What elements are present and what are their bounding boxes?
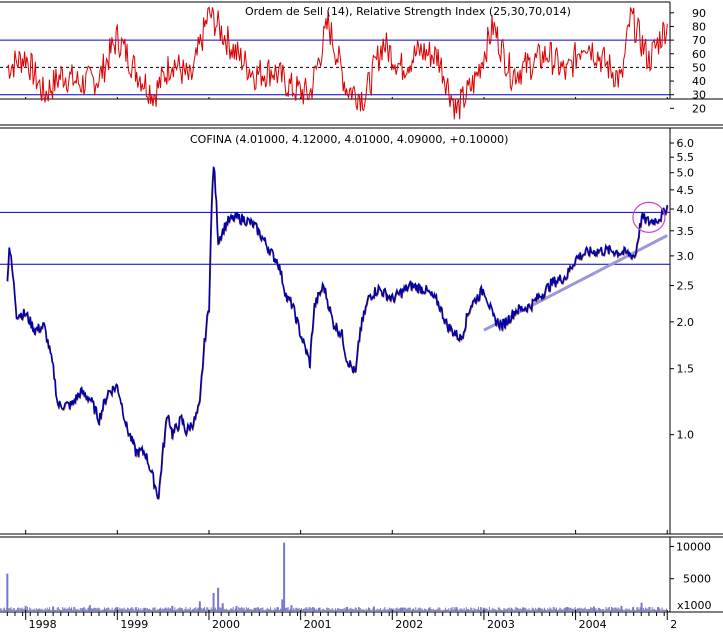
volume-tick-label: 5000: [683, 573, 711, 586]
volume-unit-label: x1000: [677, 599, 712, 612]
indicator-tick-label: 90: [692, 7, 706, 20]
x-tick-label: 2000: [212, 618, 240, 631]
x-tick-label: 2: [670, 618, 677, 631]
indicator-tick-label: 30: [692, 89, 706, 102]
price-tick-label: 6.0: [677, 137, 695, 150]
price-tick-label: 5.5: [677, 151, 695, 164]
stock-chart: 2030405060708090 Ordem de Sell (14), Rel…: [0, 0, 723, 632]
indicator-tick-label: 50: [692, 61, 706, 74]
price-tick-label: 1.5: [677, 363, 695, 376]
x-tick-label: 2004: [579, 618, 607, 631]
indicator-tick-label: 20: [692, 102, 706, 115]
price-tick-label: 3.5: [677, 225, 695, 238]
price-tick-label: 3.0: [677, 250, 695, 263]
x-tick-label: 1999: [120, 618, 148, 631]
price-tick-label: 4.5: [677, 184, 695, 197]
x-tick-label: 2002: [395, 618, 423, 631]
indicator-tick-label: 80: [692, 20, 706, 33]
price-tick-label: 2.5: [677, 280, 695, 293]
price-tick-label: 5.0: [677, 167, 695, 180]
price-title: COFINA (4.01000, 4.12000, 4.01000, 4.090…: [190, 133, 508, 146]
price-tick-label: 1.0: [677, 429, 695, 442]
indicator-title: Ordem de Sell (14), Relative Strength In…: [245, 5, 571, 18]
indicator-tick-label: 60: [692, 48, 706, 61]
volume-tick-label: 10000: [676, 540, 711, 553]
indicator-tick-label: 70: [692, 34, 706, 47]
indicator-tick-label: 40: [692, 75, 706, 88]
x-tick-label: 1998: [29, 618, 57, 631]
price-tick-label: 2.0: [677, 316, 695, 329]
chart-root: 20 30 40 50 60 70 80 90 Ordem de Sell (14), Rel…: [0, 0, 723, 632]
x-tick-label: 2003: [487, 618, 515, 631]
price-tick-label: 4.0: [677, 203, 695, 216]
x-tick-label: 2001: [304, 618, 332, 631]
